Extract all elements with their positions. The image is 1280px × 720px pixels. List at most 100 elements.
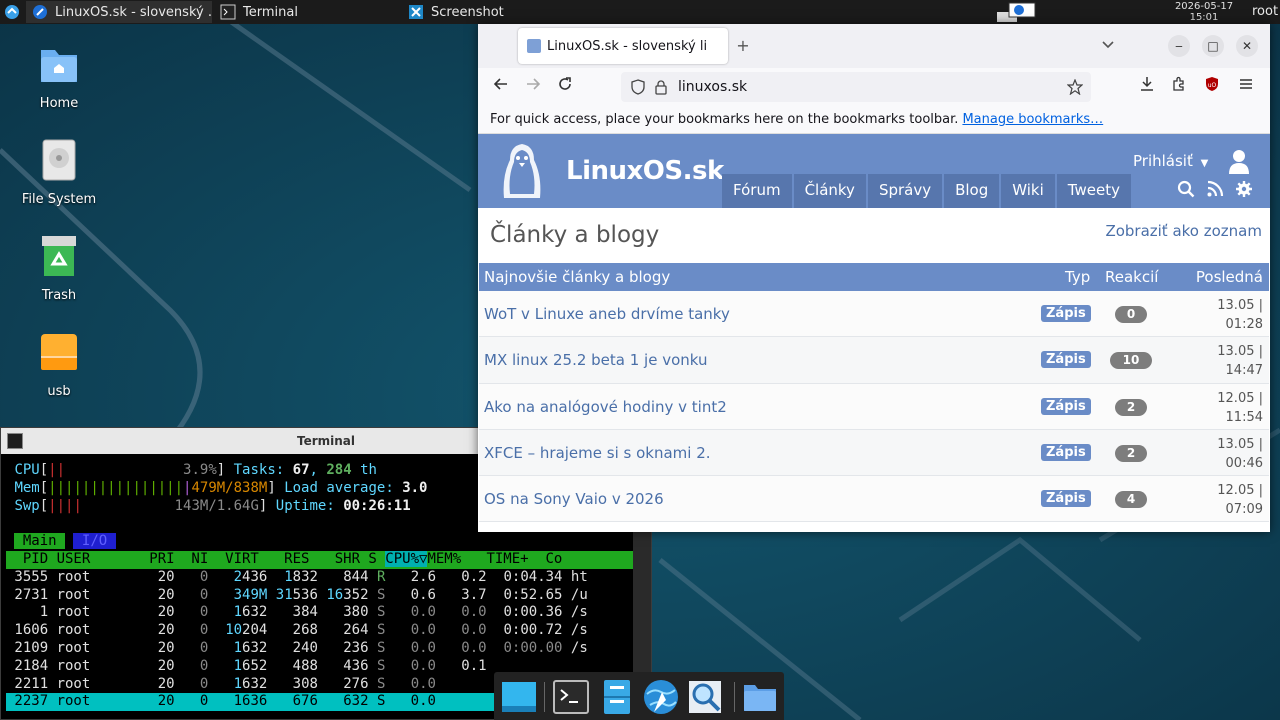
notification-tray-icon[interactable]: [995, 1, 1037, 23]
reactions-count-badge[interactable]: 10: [1110, 352, 1152, 370]
process-row[interactable]: 2731 root 20 0 349M 31536 16352 S 0.6 3.…: [6, 587, 633, 605]
type-badge: Zápis: [1041, 397, 1091, 415]
login-menu[interactable]: Prihlásiť ▼: [1133, 152, 1208, 170]
site-header: LinuxOS.sk Prihlásiť ▼ Fórum Články Správy…: [478, 134, 1270, 208]
site-logo-penguin-icon[interactable]: [494, 140, 550, 204]
url-bar[interactable]: linuxos.sk: [621, 72, 1091, 102]
browser-tabstrip: LinuxOS.sk - slovenský li + ‒ □ ✕: [478, 24, 1270, 68]
user-icon[interactable]: [1228, 148, 1250, 176]
site-nav-item[interactable]: Tweety: [1056, 174, 1131, 208]
puzzle-icon: [1173, 76, 1184, 91]
terminal-icon[interactable]: [552, 678, 590, 716]
taskbar-item-label: Screenshot: [431, 4, 504, 20]
manage-bookmarks-link[interactable]: Manage bookmarks…: [962, 112, 1103, 127]
table-header: Najnovšie články a blogy Typ Reakcií Pos…: [479, 263, 1269, 291]
folder-icon[interactable]: [741, 678, 779, 716]
url-text[interactable]: linuxos.sk: [678, 79, 747, 95]
last-activity: 12.05 | 11:54: [1217, 389, 1263, 427]
extensions-button[interactable]: [1168, 76, 1190, 98]
bookmark-star-icon[interactable]: [1067, 79, 1083, 95]
settings-gear-icon[interactable]: [1235, 180, 1253, 198]
rss-icon[interactable]: [1206, 180, 1224, 198]
article-title-link[interactable]: OS na Sony Vaio v 2026: [484, 490, 664, 508]
site-nav-item[interactable]: Články: [793, 174, 866, 208]
forward-button[interactable]: [522, 76, 544, 98]
tab-main[interactable]: Main: [14, 533, 66, 550]
table-row: WoT v Linuxe aneb drvíme tanky Zápis 0 13.0…: [479, 291, 1269, 338]
desktop-icon-file-system[interactable]: File System: [9, 138, 109, 207]
site-nav-item[interactable]: Blog: [944, 174, 1000, 208]
site-nav: Fórum Články Správy Blog Wiki Tweety: [722, 174, 1133, 208]
new-tab-button[interactable]: +: [733, 36, 753, 56]
close-button[interactable]: ✕: [1236, 35, 1258, 57]
reload-button[interactable]: [554, 76, 576, 98]
ublock-button[interactable]: uO: [1201, 76, 1223, 98]
taskbar-item-browser[interactable]: LinuxOS.sk - slovenský ...: [26, 1, 212, 23]
last-activity-time: 14:47: [1225, 363, 1263, 379]
search-app-icon[interactable]: [686, 678, 724, 716]
last-activity-time: 01:28: [1225, 317, 1263, 332]
applications-menu-button[interactable]: [0, 0, 24, 24]
screenshot-icon: [408, 4, 424, 20]
process-row[interactable]: 3555 root 20 0 2436 1832 844 R 2.6 0.2 0…: [6, 569, 633, 587]
reactions-count-badge[interactable]: 4: [1115, 491, 1147, 509]
back-button[interactable]: [490, 76, 512, 98]
terminal-icon: [7, 433, 23, 449]
type-badge: Zápis: [1041, 305, 1091, 322]
process-table-header: PID USER PRI NI VIRT RES SHR S CPU%▽MEM%…: [6, 550, 633, 569]
app-menu-button[interactable]: [1235, 76, 1257, 98]
last-activity-date: 12.05 |: [1217, 483, 1263, 499]
browser-window[interactable]: LinuxOS.sk - slovenský li + ‒ □ ✕ linuxo…: [478, 24, 1270, 532]
reactions-count-badge[interactable]: 0: [1115, 306, 1147, 323]
last-activity: 13.05 | 00:46: [1217, 435, 1263, 473]
article-title-link[interactable]: WoT v Linuxe aneb drvíme tanky: [484, 305, 730, 323]
file-manager-icon[interactable]: [598, 678, 636, 716]
page-title: Články a blogy: [490, 222, 660, 248]
login-label: Prihlásiť: [1133, 152, 1193, 170]
show-desktop-icon[interactable]: [500, 678, 538, 716]
taskbar-item-terminal[interactable]: Terminal: [214, 1, 400, 23]
desktop-icon-trash[interactable]: Trash: [9, 234, 109, 303]
reactions-count-badge[interactable]: 2: [1115, 398, 1147, 416]
site-nav-item[interactable]: Wiki: [1001, 174, 1055, 208]
site-logo-text[interactable]: LinuxOS.sk: [566, 156, 724, 186]
table-row: Ako na analógové hodiny v tint2 Zápis 2 12.…: [479, 383, 1269, 430]
maximize-button[interactable]: □: [1202, 35, 1224, 57]
taskbar-item-label: Terminal: [243, 4, 298, 20]
desktop-icon-home[interactable]: Home: [9, 42, 109, 111]
article-title-link[interactable]: MX linux 25.2 beta 1 je vonku: [484, 351, 708, 369]
last-activity-date: 12.05 |: [1217, 390, 1263, 406]
clock[interactable]: 2026-05-17 15:01: [1162, 0, 1246, 24]
search-icon[interactable]: [1177, 180, 1195, 198]
downloads-button[interactable]: [1136, 76, 1158, 98]
web-browser-icon[interactable]: [642, 678, 680, 716]
reactions-count-badge[interactable]: 2: [1115, 444, 1147, 462]
view-as-list-link[interactable]: Zobraziť ako zoznam: [1105, 222, 1262, 240]
articles-table: Najnovšie články a blogy Typ Reakcií Pos…: [479, 263, 1269, 523]
terminal-icon: [220, 4, 236, 20]
process-row[interactable]: 1 root 20 0 1632 384 380 S 0.0 0.0 0:00.…: [6, 604, 633, 622]
tab-io[interactable]: I/O: [73, 533, 116, 550]
user-menu[interactable]: root: [1252, 4, 1278, 19]
lock-icon[interactable]: [654, 79, 668, 95]
tracking-protection-icon[interactable]: [630, 79, 646, 95]
site-nav-item[interactable]: Fórum: [722, 174, 792, 208]
bookmarks-toolbar: For quick access, place your bookmarks h…: [478, 106, 1270, 134]
article-title-link[interactable]: XFCE – hrajeme si s oknami 2.: [484, 444, 711, 462]
desktop-icon-usb[interactable]: usb: [9, 330, 109, 399]
last-activity-date: 13.05 |: [1217, 436, 1263, 452]
minimize-button[interactable]: ‒: [1168, 35, 1190, 57]
browser-tab[interactable]: LinuxOS.sk - slovenský li: [518, 28, 728, 64]
list-all-tabs-button[interactable]: [1098, 36, 1118, 56]
arrow-right-icon: [527, 78, 541, 90]
site-nav-item[interactable]: Správy: [867, 174, 943, 208]
browser-tab-title: LinuxOS.sk - slovenský li: [547, 38, 708, 54]
column-header-last: Posledná: [1195, 268, 1263, 286]
download-icon: [1141, 77, 1153, 91]
process-row[interactable]: 1606 root 20 0 10204 268 264 S 0.0 0.0 0…: [6, 622, 633, 640]
last-activity: 13.05 | 01:28: [1217, 296, 1263, 334]
article-title-link[interactable]: Ako na analógové hodiny v tint2: [484, 398, 727, 416]
process-row[interactable]: 2109 root 20 0 1632 240 236 S 0.0 0.0 0:…: [6, 640, 633, 658]
taskbar-item-screenshot[interactable]: Screenshot: [402, 1, 588, 23]
desktop-icon-label: File System: [21, 192, 97, 207]
